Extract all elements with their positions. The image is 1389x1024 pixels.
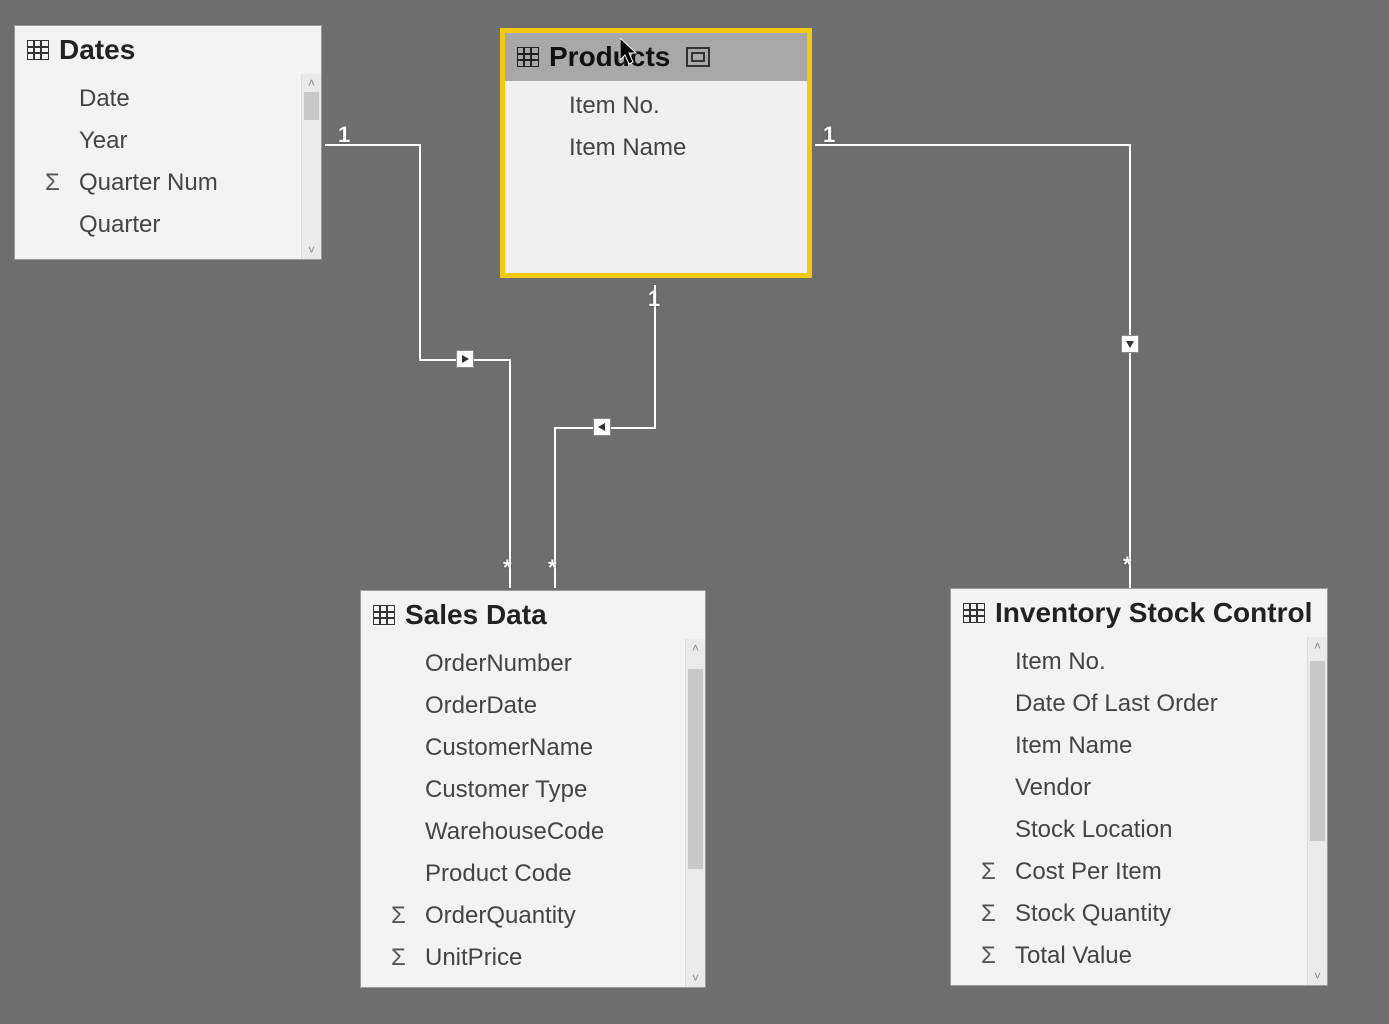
table-title: Products xyxy=(549,41,670,73)
scroll-down-icon[interactable]: ˅ xyxy=(302,241,321,259)
field-item[interactable]: ΣQuarter Num xyxy=(15,162,301,204)
table-inventory-stock-control[interactable]: Inventory Stock Control Item No. Date Of… xyxy=(950,588,1328,986)
table-products[interactable]: Products Item No. Item Name xyxy=(500,28,812,278)
field-item[interactable]: WarehouseCode xyxy=(361,811,685,853)
scroll-down-icon[interactable]: ˅ xyxy=(686,969,705,987)
scroll-thumb[interactable] xyxy=(688,669,703,869)
field-item[interactable]: Item No. xyxy=(505,85,807,127)
maximize-icon[interactable] xyxy=(686,47,710,67)
scroll-thumb[interactable] xyxy=(304,92,319,120)
field-item[interactable]: Customer Type xyxy=(361,769,685,811)
cardinality-label: * xyxy=(1123,552,1132,578)
field-list: Item No. Item Name xyxy=(505,81,807,273)
scrollbar[interactable]: ˄ ˅ xyxy=(301,74,321,259)
field-item[interactable]: ΣUnitPrice xyxy=(361,937,685,979)
table-title: Sales Data xyxy=(405,599,547,631)
sigma-icon: Σ xyxy=(981,858,996,886)
field-list: Date Year ΣQuarter Num Quarter xyxy=(15,74,301,259)
table-header[interactable]: Dates xyxy=(15,26,321,74)
model-canvas[interactable]: 1 1 1 * * * Dates Date Year ΣQuarter Num… xyxy=(0,0,1389,1024)
cardinality-label: * xyxy=(548,555,557,581)
filter-direction-icon xyxy=(456,350,474,368)
table-dates[interactable]: Dates Date Year ΣQuarter Num Quarter ˄ ˅ xyxy=(14,25,322,260)
scrollbar[interactable]: ˄ ˅ xyxy=(1307,637,1327,985)
scrollbar[interactable]: ˄ ˅ xyxy=(685,639,705,987)
scroll-up-icon[interactable]: ˄ xyxy=(302,74,321,92)
scroll-up-icon[interactable]: ˄ xyxy=(686,639,705,657)
cardinality-label: 1 xyxy=(338,122,350,148)
field-item[interactable]: Stock Location xyxy=(951,809,1307,851)
field-item[interactable]: Item No. xyxy=(951,641,1307,683)
table-icon xyxy=(517,47,539,67)
table-icon xyxy=(373,605,395,625)
scroll-down-icon[interactable]: ˅ xyxy=(1308,967,1327,985)
field-item[interactable]: OrderDate xyxy=(361,685,685,727)
field-item[interactable]: ΣTotal Value xyxy=(951,935,1307,977)
field-item[interactable]: Item Name xyxy=(505,127,807,169)
sigma-icon: Σ xyxy=(391,944,406,972)
table-icon xyxy=(963,603,985,623)
table-header[interactable]: Inventory Stock Control xyxy=(951,589,1327,637)
field-item[interactable]: Item Name xyxy=(951,725,1307,767)
table-header[interactable]: Sales Data xyxy=(361,591,705,639)
field-item[interactable]: Quarter xyxy=(15,204,301,246)
field-list: Item No. Date Of Last Order Item Name Ve… xyxy=(951,637,1307,985)
table-icon xyxy=(27,40,49,60)
cardinality-label: 1 xyxy=(648,286,660,312)
cardinality-label: 1 xyxy=(823,122,835,148)
table-title: Dates xyxy=(59,34,135,66)
field-item[interactable]: Year xyxy=(15,120,301,162)
field-item[interactable]: ΣOrderQuantity xyxy=(361,895,685,937)
sigma-icon: Σ xyxy=(981,942,996,970)
field-item[interactable]: Date xyxy=(15,78,301,120)
sigma-icon: Σ xyxy=(981,900,996,928)
field-item[interactable]: ΣStock Quantity xyxy=(951,893,1307,935)
field-item[interactable]: Product Code xyxy=(361,853,685,895)
filter-direction-icon xyxy=(1121,335,1139,353)
scroll-thumb[interactable] xyxy=(1310,661,1325,841)
field-item[interactable]: Vendor xyxy=(951,767,1307,809)
field-item[interactable]: Date Of Last Order xyxy=(951,683,1307,725)
cardinality-label: * xyxy=(503,555,512,581)
field-item[interactable]: CustomerName xyxy=(361,727,685,769)
sigma-icon: Σ xyxy=(391,902,406,930)
sigma-icon: Σ xyxy=(45,169,60,197)
table-header[interactable]: Products xyxy=(505,33,807,81)
field-item[interactable]: ΣCost Per Item xyxy=(951,851,1307,893)
filter-direction-icon xyxy=(593,418,611,436)
field-item[interactable]: OrderNumber xyxy=(361,643,685,685)
table-title: Inventory Stock Control xyxy=(995,597,1312,629)
field-list: OrderNumber OrderDate CustomerName Custo… xyxy=(361,639,685,987)
table-sales-data[interactable]: Sales Data OrderNumber OrderDate Custome… xyxy=(360,590,706,988)
scroll-up-icon[interactable]: ˄ xyxy=(1308,637,1327,655)
